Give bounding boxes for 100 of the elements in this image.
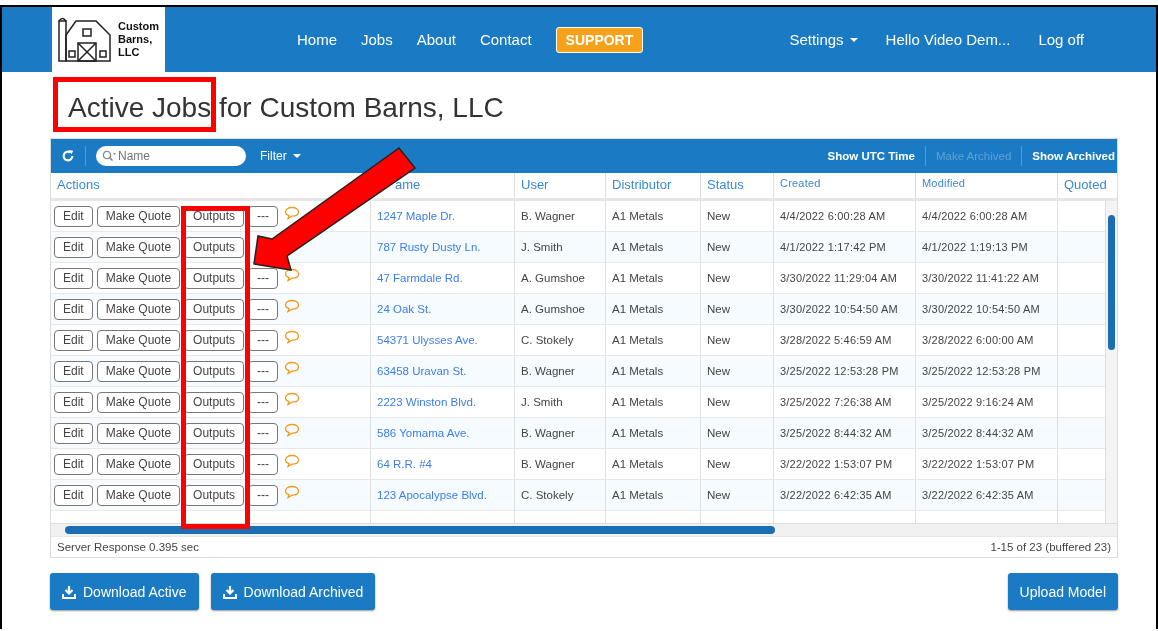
row-action-button[interactable]: Edit — [54, 267, 93, 289]
table-cell: A. Gumshoe — [521, 303, 585, 315]
row-action-button[interactable]: Make Quote — [96, 329, 181, 351]
download-button[interactable]: Download Archived — [210, 573, 376, 610]
row-action-button[interactable]: Make Quote — [96, 484, 181, 506]
table-cell: 3/28/2022 5:46:59 AM — [780, 334, 892, 346]
row-action-button[interactable]: --- — [248, 267, 279, 289]
column-header[interactable]: Distributor — [612, 177, 672, 192]
row-action-button[interactable]: Outputs — [184, 360, 245, 382]
row-action-button[interactable]: --- — [248, 205, 279, 227]
table-cell: New — [707, 241, 730, 253]
nav-link[interactable]: Jobs — [361, 31, 393, 48]
settings-menu[interactable]: Settings — [789, 31, 858, 48]
job-name-link[interactable]: 2223 Winston Blvd. — [377, 396, 477, 408]
table-cell: 3/30/2022 10:54:50 AM — [780, 303, 898, 315]
table-cell: A1 Metals — [612, 365, 664, 377]
row-action-button[interactable]: Edit — [54, 422, 93, 444]
row-action-button[interactable]: Make Quote — [96, 205, 181, 227]
speech-bubble-icon — [284, 361, 301, 375]
row-action-button[interactable]: Outputs — [184, 298, 245, 320]
nav-link[interactable]: Contact — [479, 31, 532, 48]
row-action-button[interactable]: Edit — [54, 236, 93, 258]
job-name-link[interactable]: 1247 Maple Dr. — [377, 210, 455, 222]
row-action-button[interactable]: Outputs — [184, 267, 245, 289]
column-header[interactable]: User — [521, 177, 549, 192]
row-action-button[interactable]: Make Quote — [96, 453, 181, 475]
toolbar-link[interactable]: Show UTC Time — [827, 150, 915, 162]
row-action-button[interactable]: Outputs — [184, 422, 245, 444]
table-cell: B. Wagner — [521, 365, 575, 377]
table-cell: 3/30/2022 11:29:04 AM — [780, 272, 898, 284]
job-name-link[interactable]: 586 Yomama Ave. — [377, 427, 470, 439]
row-action-button[interactable]: --- — [248, 298, 279, 320]
table-cell: 4/1/2022 1:17:42 PM — [780, 241, 886, 253]
table-cell: 3/22/2022 1:53:07 PM — [922, 458, 1035, 470]
row-action-button[interactable]: Make Quote — [96, 298, 181, 320]
table-cell: 3/28/2022 6:00:00 AM — [922, 334, 1034, 346]
row-action-button[interactable]: Edit — [54, 298, 93, 320]
job-name-link[interactable]: 123 Apocalypse Blvd. — [377, 489, 487, 501]
row-action-button[interactable]: Outputs — [184, 391, 245, 413]
toolbar-link[interactable]: Show Archived — [1032, 150, 1115, 162]
row-action-button[interactable]: Outputs — [184, 484, 245, 506]
row-action-button[interactable]: Outputs — [184, 236, 245, 258]
table-cell: A1 Metals — [612, 272, 664, 284]
row-action-button[interactable]: Edit — [54, 484, 93, 506]
upload-button[interactable]: Upload Model — [1007, 573, 1118, 610]
table-cell: 4/1/2022 1:19:13 PM — [922, 241, 1028, 253]
row-action-button[interactable]: Make Quote — [96, 360, 181, 382]
job-name-link[interactable]: 47 Farmdale Rd. — [377, 272, 463, 284]
search-field[interactable]: Name — [96, 146, 246, 166]
row-action-button[interactable]: Edit — [54, 329, 93, 351]
speech-bubble-icon — [284, 392, 301, 406]
row-action-button[interactable]: Make Quote — [96, 391, 181, 413]
row-action-button[interactable]: --- — [248, 329, 279, 351]
table-cell: B. Wagner — [521, 458, 575, 470]
table-cell: A. Gumshoe — [521, 272, 585, 284]
column-header[interactable]: Created — [780, 177, 821, 189]
row-action-button[interactable]: --- — [248, 360, 279, 382]
table-cell: 3/25/2022 8:44:32 AM — [780, 427, 892, 439]
job-name-link[interactable]: 64 R.R. #4 — [377, 458, 432, 470]
speech-bubble-icon — [284, 206, 301, 220]
paging-text: 1-15 of 23 (buffered 23) — [990, 541, 1111, 553]
row-action-button[interactable]: Make Quote — [96, 236, 181, 258]
row-action-button[interactable]: --- — [248, 422, 279, 444]
row-action-button[interactable]: --- — [248, 391, 279, 413]
horizontal-scrollbar[interactable] — [51, 523, 1117, 536]
job-name-link[interactable]: 54371 Ulysses Ave. — [377, 334, 478, 346]
table-cell: A1 Metals — [612, 396, 664, 408]
table-cell: 3/30/2022 10:54:50 AM — [922, 303, 1040, 315]
row-action-button[interactable]: --- — [248, 484, 279, 506]
job-name-link[interactable]: 63458 Uravan St. — [377, 365, 467, 377]
table-cell: New — [707, 396, 730, 408]
row-action-button[interactable]: Edit — [54, 205, 93, 227]
column-header[interactable]: ame — [395, 177, 421, 192]
column-header[interactable]: Actions — [57, 177, 100, 192]
download-button[interactable]: Download Active — [50, 573, 199, 610]
nav-link[interactable]: About — [416, 31, 456, 48]
column-header[interactable]: Modified — [922, 177, 966, 189]
filter-menu[interactable]: Filter — [260, 149, 301, 163]
nav-link[interactable]: Log off — [1038, 31, 1084, 48]
row-action-button[interactable]: Edit — [54, 360, 93, 382]
row-action-button[interactable]: Make Quote — [96, 422, 181, 444]
row-action-button[interactable]: Outputs — [184, 453, 245, 475]
job-name-link[interactable]: 787 Rusty Dusty Ln. — [377, 241, 481, 253]
job-name-link[interactable]: 24 Oak St. — [377, 303, 432, 315]
vertical-scrollbar[interactable] — [1105, 201, 1117, 523]
row-action-button[interactable]: Edit — [54, 453, 93, 475]
table-cell: 3/30/2022 11:41:22 AM — [922, 272, 1040, 284]
row-action-button[interactable]: Outputs — [184, 329, 245, 351]
nav-link[interactable]: Home — [297, 31, 337, 48]
row-action-button[interactable]: Make Quote — [96, 267, 181, 289]
table-cell: A1 Metals — [612, 427, 664, 439]
column-header[interactable]: Status — [707, 177, 744, 192]
refresh-button[interactable] — [61, 149, 75, 163]
nav-link[interactable]: Hello Video Dem... — [885, 31, 1011, 48]
row-action-button[interactable]: --- — [248, 453, 279, 475]
table-cell: 3/22/2022 6:42:35 AM — [922, 489, 1034, 501]
row-action-button[interactable]: Edit — [54, 391, 93, 413]
column-header[interactable]: Quoted — [1064, 177, 1107, 192]
table-cell: J. Smith — [521, 241, 563, 253]
table-cell: 4/4/2022 6:00:28 AM — [780, 210, 886, 222]
